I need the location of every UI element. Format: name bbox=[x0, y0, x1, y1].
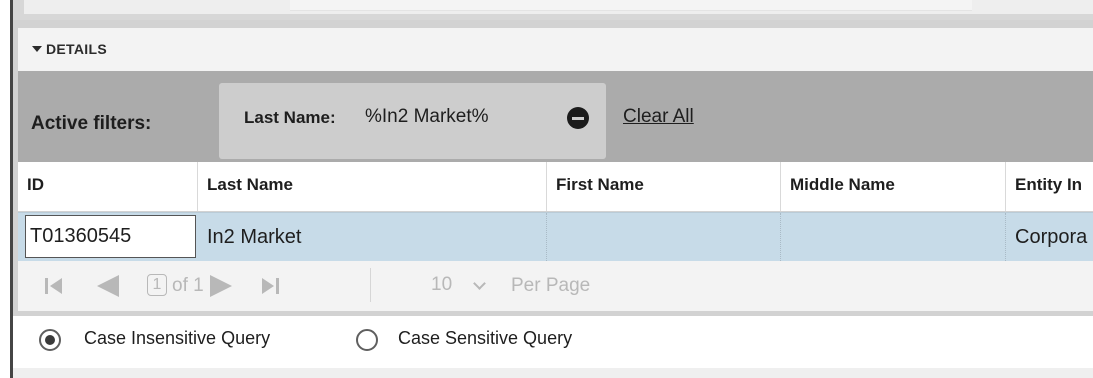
case-insensitive-label[interactable]: Case Insensitive Query bbox=[84, 328, 270, 349]
case-sensitive-radio[interactable] bbox=[356, 329, 378, 351]
column-header-id[interactable]: ID bbox=[18, 162, 198, 211]
top-field bbox=[290, 0, 972, 11]
next-page-icon[interactable] bbox=[210, 275, 232, 297]
active-filters-label: Active filters: bbox=[31, 113, 152, 134]
column-header-last-name[interactable]: Last Name bbox=[198, 162, 547, 211]
per-page-label: Per Page bbox=[511, 275, 591, 296]
filter-chip-value: %In2 Market% bbox=[365, 106, 489, 127]
cell-middle-name[interactable] bbox=[781, 213, 1006, 261]
table-header: ID Last Name First Name Middle Name Enti… bbox=[18, 162, 1093, 211]
previous-page-icon[interactable] bbox=[97, 275, 119, 297]
case-insensitive-radio[interactable] bbox=[39, 329, 61, 351]
cell-last-name[interactable]: In2 Market bbox=[198, 213, 547, 261]
page-count: of 1 bbox=[172, 275, 204, 296]
clear-all-link[interactable]: Clear All bbox=[623, 106, 694, 128]
last-page-icon-bar bbox=[276, 278, 279, 294]
cell-id-input[interactable]: T01360545 bbox=[25, 215, 196, 258]
details-header[interactable] bbox=[18, 28, 1093, 71]
page-size-select[interactable]: 10 bbox=[431, 274, 452, 296]
cell-entity[interactable]: Corpora bbox=[1006, 213, 1093, 261]
page-number-input[interactable]: 1 bbox=[147, 274, 167, 296]
first-page-icon-bar bbox=[45, 278, 48, 294]
column-header-first-name[interactable]: First Name bbox=[547, 162, 781, 211]
remove-filter-icon[interactable] bbox=[567, 107, 589, 129]
bottom-strip bbox=[13, 368, 1093, 378]
first-page-icon[interactable] bbox=[50, 278, 62, 294]
filter-chip-label: Last Name: bbox=[244, 108, 336, 127]
details-toggle[interactable]: DETAILS bbox=[32, 41, 107, 57]
case-sensitive-label[interactable]: Case Sensitive Query bbox=[398, 328, 572, 349]
pager-divider bbox=[370, 268, 371, 302]
last-page-icon[interactable] bbox=[262, 278, 274, 294]
details-title: DETAILS bbox=[46, 41, 107, 57]
column-header-entity[interactable]: Entity In bbox=[1006, 162, 1093, 211]
column-header-middle-name[interactable]: Middle Name bbox=[781, 162, 1006, 211]
caret-down-icon bbox=[32, 46, 42, 52]
cell-first-name[interactable] bbox=[547, 213, 781, 261]
